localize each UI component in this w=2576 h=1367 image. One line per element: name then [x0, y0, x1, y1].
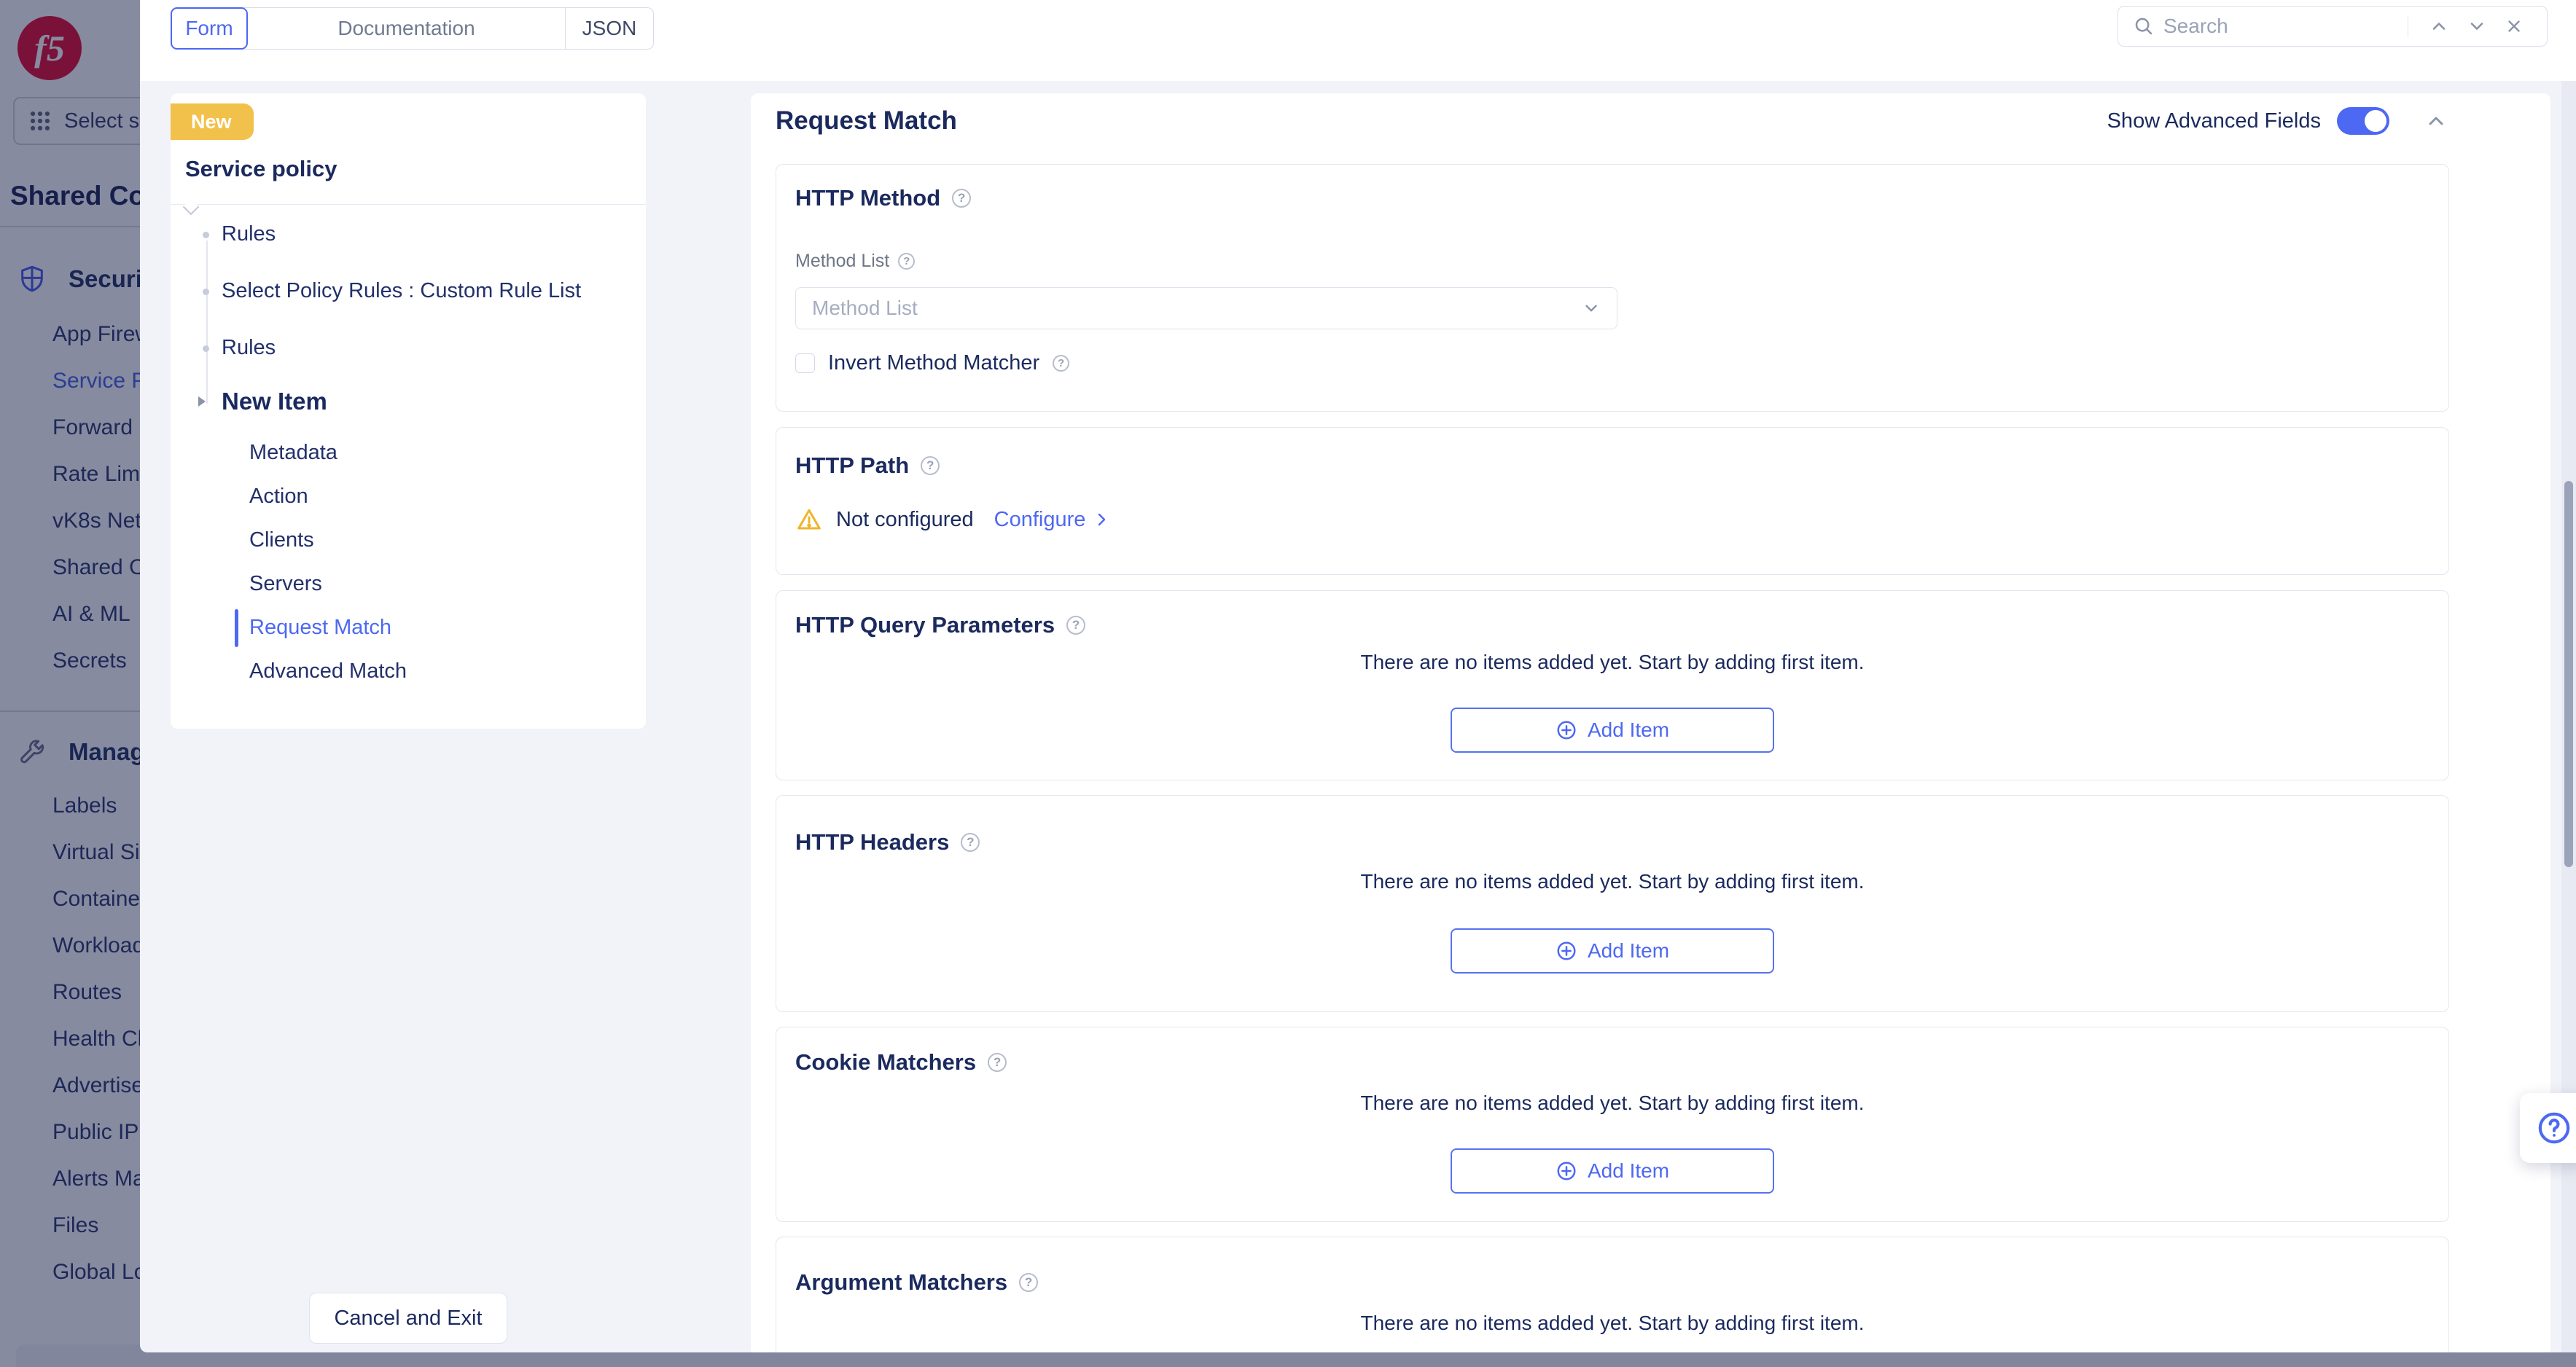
add-item-label: Add Item — [1588, 1159, 1669, 1183]
wizard-step-rules-2[interactable]: Rules — [222, 336, 276, 360]
wizard-substep-advanced-match[interactable]: Advanced Match — [249, 659, 407, 684]
service-policy-modal: Form Documentation JSON — [140, 0, 2576, 1352]
chevron-down-icon — [1582, 299, 1601, 318]
help-icon[interactable]: ? — [1053, 355, 1069, 372]
toggle-knob — [2365, 110, 2386, 132]
http-path-status-row: Not configured Configure — [795, 506, 1110, 533]
card-title-text: Cookie Matchers — [795, 1049, 976, 1076]
http-method-card: HTTP Method ? Method List ? Method List … — [776, 164, 2449, 412]
help-icon[interactable]: ? — [952, 189, 971, 208]
close-icon[interactable] — [2505, 17, 2524, 36]
method-list-select[interactable]: Method List — [795, 287, 1617, 329]
plus-circle-icon — [1556, 940, 1577, 962]
help-icon[interactable]: ? — [1019, 1273, 1038, 1292]
wizard-substep-metadata[interactable]: Metadata — [249, 441, 337, 465]
tab-documentation[interactable]: Documentation — [248, 8, 566, 49]
card-title-text: HTTP Path — [795, 453, 909, 479]
configure-link-text: Configure — [994, 508, 1086, 532]
empty-state-text: There are no items added yet. Start by a… — [776, 651, 2448, 674]
chevron-up-icon[interactable] — [2429, 16, 2449, 36]
tab-json[interactable]: JSON — [566, 8, 653, 49]
card-title-text: Argument Matchers — [795, 1269, 1007, 1296]
tree-bullet-icon — [203, 289, 209, 295]
argument-matchers-card: Argument Matchers ? There are no items a… — [776, 1237, 2449, 1352]
add-item-label: Add Item — [1588, 718, 1669, 742]
select-placeholder: Method List — [812, 297, 918, 320]
http-headers-card: HTTP Headers ? There are no items added … — [776, 795, 2449, 1012]
method-list-label: Method List ? — [795, 251, 915, 272]
http-path-card: HTTP Path ? Not configured Configure — [776, 427, 2449, 575]
search-icon — [2133, 15, 2155, 37]
collapse-notch-icon — [183, 199, 200, 216]
card-title: Argument Matchers ? — [795, 1269, 1038, 1296]
help-icon[interactable]: ? — [921, 456, 940, 475]
checkbox-label: Invert Method Matcher — [828, 351, 1039, 375]
wizard-substep-clients[interactable]: Clients — [249, 528, 314, 552]
empty-state-text: There are no items added yet. Start by a… — [776, 1092, 2448, 1115]
scrollbar-thumb[interactable] — [2564, 481, 2573, 867]
wizard-title: Service policy — [185, 156, 337, 182]
wizard-step-new-item[interactable]: New Item — [222, 388, 327, 415]
nav-divider — [171, 204, 646, 205]
modal-topbar: Form Documentation JSON — [140, 0, 2576, 81]
configure-link[interactable]: Configure — [994, 508, 1111, 532]
plus-circle-icon — [1556, 1160, 1577, 1182]
plus-circle-icon — [1556, 719, 1577, 741]
help-icon[interactable]: ? — [961, 833, 980, 852]
active-substep-indicator — [235, 609, 238, 647]
wizard-substep-action[interactable]: Action — [249, 485, 308, 509]
add-item-label: Add Item — [1588, 939, 1669, 963]
advanced-fields-label: Show Advanced Fields — [2107, 109, 2321, 133]
cancel-and-exit-button[interactable]: Cancel and Exit — [309, 1293, 507, 1344]
panel-header: Request Match Show Advanced Fields — [776, 99, 2448, 143]
wizard-step-select-policy-rules[interactable]: Select Policy Rules : Custom Rule List — [222, 279, 581, 303]
page-title: Request Match — [776, 106, 957, 136]
wizard-step-rules-1[interactable]: Rules — [222, 222, 276, 246]
field-label-text: Method List — [795, 251, 889, 272]
cookie-matchers-card: Cookie Matchers ? There are no items add… — [776, 1027, 2449, 1222]
request-match-panel: Request Match Show Advanced Fields HTTP … — [751, 93, 2550, 1352]
card-title: HTTP Query Parameters ? — [795, 612, 1085, 638]
search-input[interactable] — [2163, 15, 2400, 38]
chevron-down-icon[interactable] — [2467, 16, 2487, 36]
card-title: HTTP Method ? — [795, 185, 971, 211]
card-title: HTTP Path ? — [795, 453, 940, 479]
empty-state-text: There are no items added yet. Start by a… — [776, 1312, 2448, 1335]
tree-bullet-icon — [203, 345, 209, 352]
tree-bullet-icon — [203, 232, 209, 238]
search-box — [2118, 6, 2548, 47]
add-item-button[interactable]: Add Item — [1451, 1148, 1774, 1194]
card-title: HTTP Headers ? — [795, 829, 980, 855]
status-badge: New — [171, 103, 254, 140]
card-title: Cookie Matchers ? — [795, 1049, 1007, 1076]
invert-method-checkbox[interactable] — [795, 353, 815, 373]
question-circle-icon — [2536, 1110, 2572, 1146]
empty-state-text: There are no items added yet. Start by a… — [776, 870, 2448, 893]
wizard-substep-servers[interactable]: Servers — [249, 572, 322, 596]
help-button[interactable] — [2520, 1093, 2576, 1163]
invert-method-matcher-row: Invert Method Matcher ? — [795, 351, 1069, 375]
arrow-right-icon — [198, 396, 206, 407]
view-tabs: Form Documentation JSON — [171, 7, 654, 50]
not-configured-text: Not configured — [836, 508, 974, 532]
chevron-right-icon — [1093, 511, 1110, 528]
help-icon[interactable]: ? — [988, 1053, 1007, 1072]
show-advanced-toggle[interactable] — [2337, 107, 2389, 135]
wizard-nav-panel: New Service policy Rules Select Policy R… — [171, 93, 646, 729]
warning-icon — [795, 506, 823, 533]
card-title-text: HTTP Method — [795, 185, 940, 211]
tab-form[interactable]: Form — [171, 7, 248, 50]
card-title-text: HTTP Headers — [795, 829, 949, 855]
add-item-button[interactable]: Add Item — [1451, 708, 1774, 753]
collapse-section-icon[interactable] — [2424, 109, 2448, 133]
card-title-text: HTTP Query Parameters — [795, 612, 1055, 638]
help-icon[interactable]: ? — [898, 253, 915, 270]
http-query-parameters-card: HTTP Query Parameters ? There are no ite… — [776, 590, 2449, 780]
help-icon[interactable]: ? — [1066, 616, 1085, 635]
tree-connector — [206, 240, 208, 404]
wizard-substep-request-match[interactable]: Request Match — [249, 616, 391, 640]
add-item-button[interactable]: Add Item — [1451, 928, 1774, 974]
